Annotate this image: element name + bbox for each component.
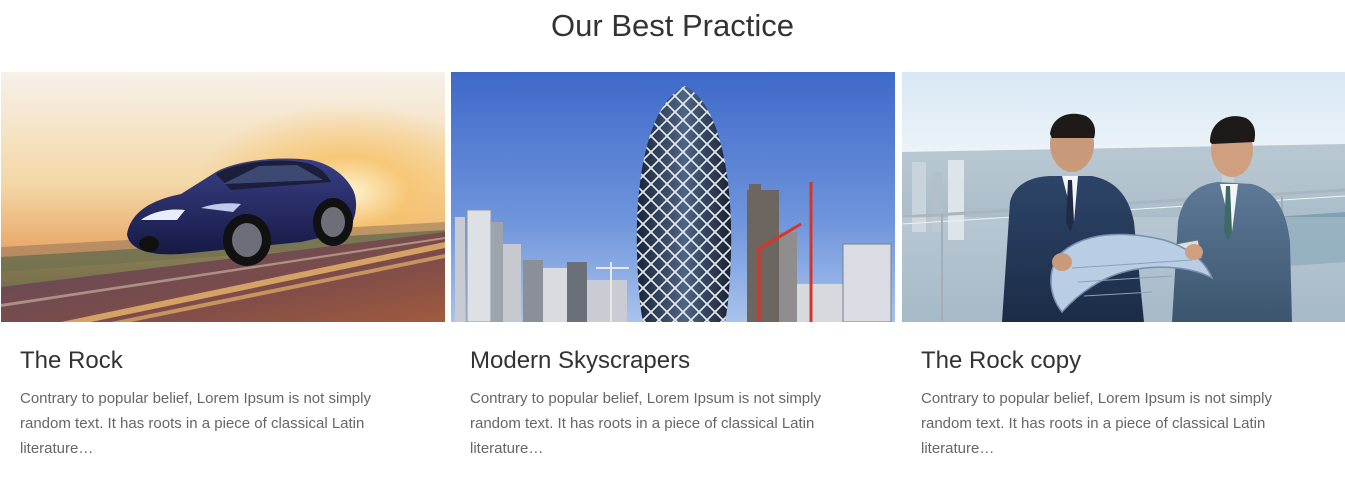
card-description: Contrary to popular belief, Lorem Ipsum … — [921, 390, 1272, 457]
card-title[interactable]: The Rock — [20, 346, 123, 376]
section-title: Our Best Practice — [551, 8, 794, 43]
card-image-skyscrapers[interactable] — [451, 72, 895, 322]
card-title[interactable]: Modern Skyscrapers — [470, 346, 690, 376]
card-image-sports-car[interactable] — [1, 72, 445, 322]
card-description: Contrary to popular belief, Lorem Ipsum … — [470, 390, 821, 457]
card-title[interactable]: The Rock copy — [921, 346, 1081, 376]
practice-card[interactable]: Modern Skyscrapers Contrary to popular b… — [451, 72, 895, 499]
practice-cards: The Rock Contrary to popular belief, Lor… — [1, 72, 1345, 499]
card-description: Contrary to popular belief, Lorem Ipsum … — [20, 390, 371, 457]
card-image-businessmen[interactable] — [902, 72, 1345, 322]
practice-card[interactable]: The Rock copy Contrary to popular belief… — [902, 72, 1345, 499]
practice-card[interactable]: The Rock Contrary to popular belief, Lor… — [1, 72, 445, 499]
